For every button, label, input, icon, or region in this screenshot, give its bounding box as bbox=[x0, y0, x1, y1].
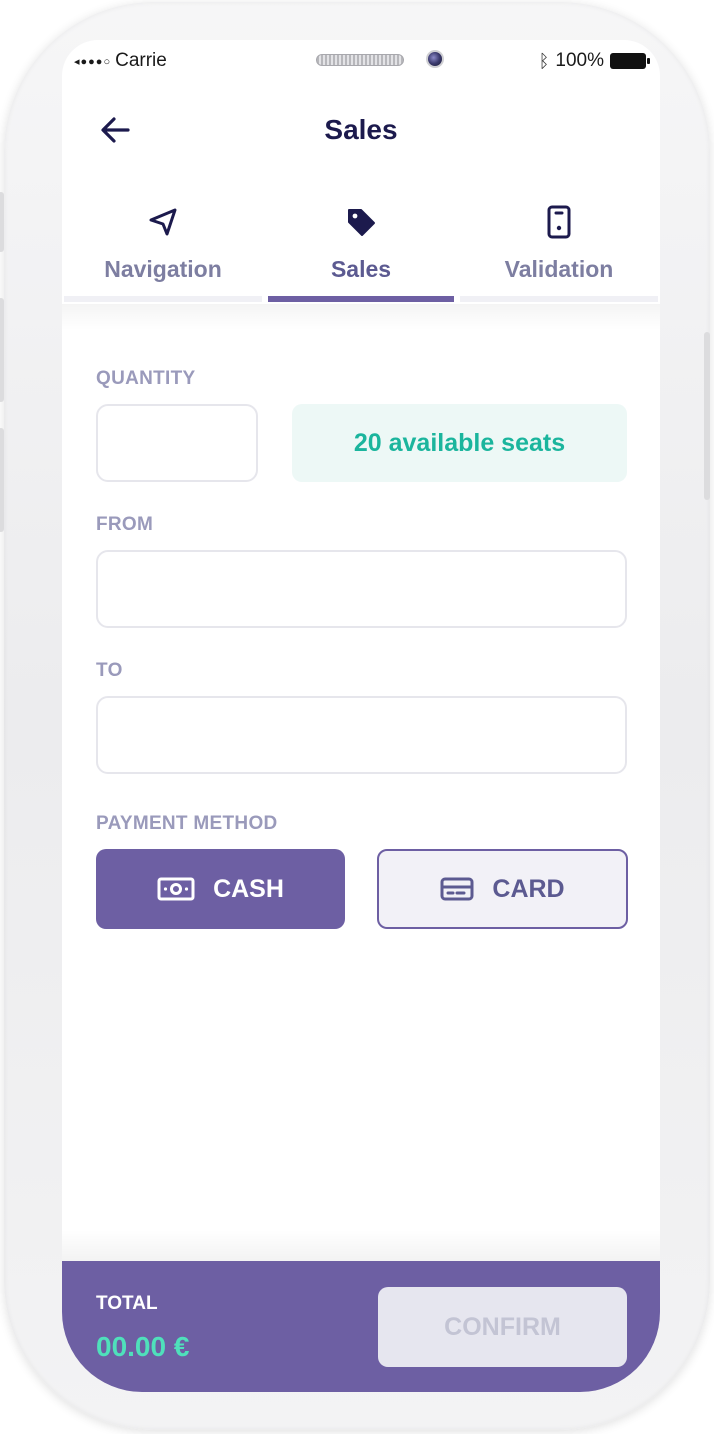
side-button-power bbox=[704, 332, 710, 500]
speaker-grille bbox=[316, 54, 404, 66]
page-title: Sales bbox=[324, 114, 398, 145]
front-camera bbox=[426, 50, 444, 68]
tab-navigation[interactable]: Navigation bbox=[64, 200, 262, 304]
side-button-volume-up bbox=[0, 298, 4, 402]
bluetooth-icon: ᛒ bbox=[538, 50, 550, 71]
tab-validation[interactable]: Validation bbox=[460, 200, 658, 304]
battery-icon bbox=[610, 53, 650, 69]
from-input[interactable] bbox=[96, 550, 627, 628]
cash-label: CASH bbox=[213, 874, 284, 903]
side-button-volume-down bbox=[0, 428, 4, 532]
tab-indicator bbox=[64, 296, 262, 302]
to-input[interactable] bbox=[96, 696, 627, 774]
status-bar: ◂●●●○ Carrie ᛒ 100% bbox=[62, 40, 660, 84]
card-button[interactable]: CARD bbox=[377, 849, 628, 929]
carrier-name: Carrie bbox=[115, 50, 167, 71]
footer-shadow bbox=[62, 1230, 660, 1262]
quantity-label: QUANTITY bbox=[96, 368, 196, 389]
app-screen: ◂●●●○ Carrie ᛒ 100% Sales Navigation Sal… bbox=[62, 40, 660, 1392]
available-seats-badge: 20 available seats bbox=[292, 404, 627, 482]
from-label: FROM bbox=[96, 514, 154, 535]
phone-frame: ◂●●●○ Carrie ᛒ 100% Sales Navigation Sal… bbox=[0, 2, 710, 1430]
tab-indicator bbox=[268, 296, 454, 302]
tab-bar: Navigation Sales Validation bbox=[64, 200, 658, 304]
cash-button[interactable]: CASH bbox=[96, 849, 345, 929]
to-label: TO bbox=[96, 660, 123, 681]
navigation-arrow-icon bbox=[149, 208, 177, 236]
tab-label: Validation bbox=[504, 256, 614, 282]
price-tag-icon bbox=[348, 209, 375, 236]
tab-label: Navigation bbox=[104, 256, 222, 282]
card-label: CARD bbox=[492, 874, 565, 903]
tab-sales[interactable]: Sales bbox=[262, 200, 460, 304]
carrier: ◂●●●○ Carrie bbox=[74, 50, 167, 72]
tab-shadow bbox=[62, 304, 660, 330]
mobile-phone-icon bbox=[547, 205, 571, 239]
quantity-input[interactable] bbox=[96, 404, 258, 482]
total-label: TOTAL bbox=[96, 1293, 158, 1314]
cash-icon bbox=[157, 877, 195, 901]
side-button-mute bbox=[0, 192, 4, 252]
confirm-button[interactable]: CONFIRM bbox=[378, 1287, 627, 1367]
battery-status: ᛒ 100% bbox=[538, 50, 650, 72]
payment-method-label: PAYMENT METHOD bbox=[96, 813, 278, 834]
total-value: 00.00 € bbox=[96, 1331, 190, 1362]
battery-percent: 100% bbox=[555, 50, 604, 71]
tab-label: Sales bbox=[330, 256, 392, 282]
footer-bar: TOTAL 00.00 € CONFIRM bbox=[62, 1261, 660, 1392]
credit-card-icon bbox=[440, 877, 474, 901]
tab-indicator bbox=[460, 296, 658, 302]
signal-strength-icon: ◂●●●○ bbox=[74, 55, 112, 68]
